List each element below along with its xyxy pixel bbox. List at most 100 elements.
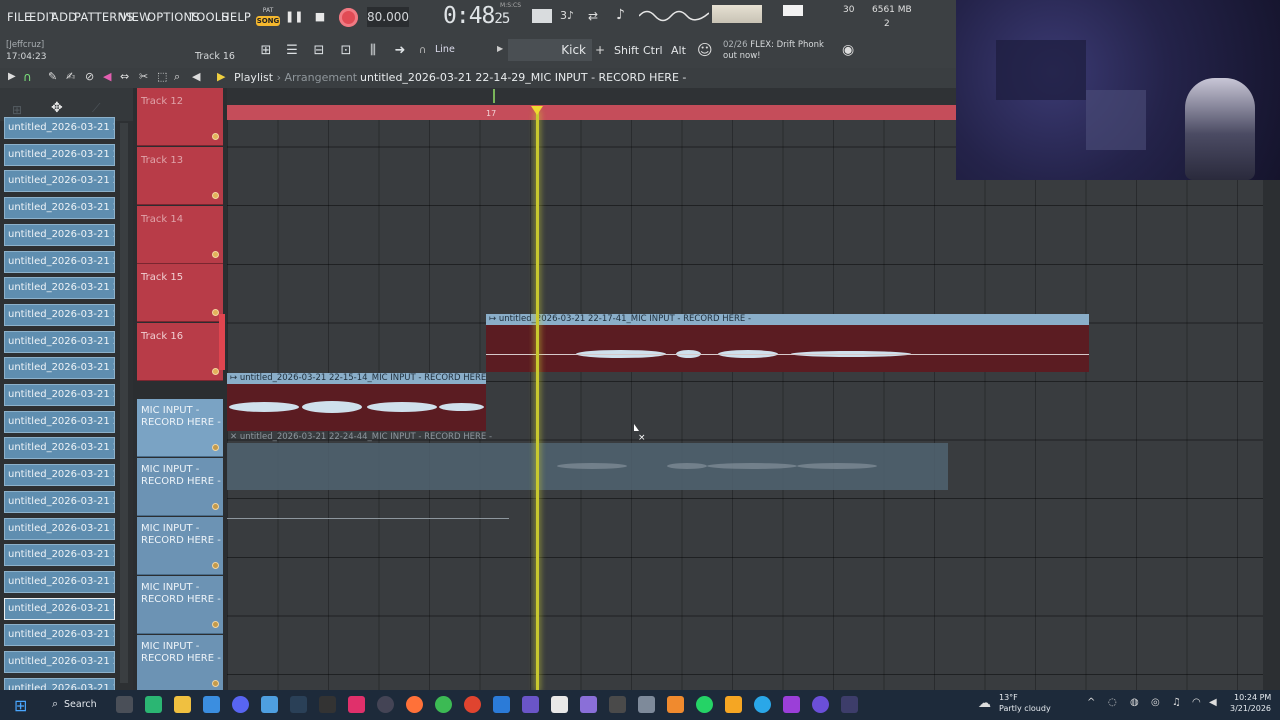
- news-icon[interactable]: ☺: [697, 41, 713, 59]
- browser-clip-item[interactable]: untitled_2026-03-21 22-: [4, 170, 115, 193]
- select-tool-icon[interactable]: ⬚: [157, 70, 167, 83]
- track-header[interactable]: MIC INPUT - RECORD HERE -: [137, 458, 223, 516]
- play-small-icon[interactable]: ▶: [497, 44, 503, 53]
- paint-tool-icon[interactable]: ✍: [66, 70, 75, 83]
- zoom-tool-icon[interactable]: ⌕: [174, 70, 180, 84]
- playhead-line[interactable]: [536, 112, 539, 690]
- news-panel[interactable]: 02/26 FLEX: Drift Phonk out now!: [723, 40, 824, 62]
- playback-tool-icon[interactable]: ◀: [192, 70, 200, 83]
- arrow-right-icon[interactable]: ➜: [391, 43, 409, 59]
- online-icon[interactable]: ◉: [842, 42, 854, 58]
- app-icon[interactable]: [783, 696, 800, 713]
- record-button[interactable]: [339, 8, 358, 27]
- discord-icon[interactable]: [232, 696, 249, 713]
- slip-tool-icon[interactable]: ⇔: [120, 70, 129, 83]
- browser-clip-item[interactable]: untitled_2026-03-21 22-: [4, 651, 115, 673]
- zoom-slider-icon[interactable]: ⟋: [92, 101, 100, 116]
- track-header[interactable]: Track 12: [137, 88, 223, 146]
- tray-icon[interactable]: ◌: [1108, 697, 1117, 708]
- track-enable-dot[interactable]: [212, 444, 219, 451]
- track-enable-dot[interactable]: [212, 251, 219, 258]
- ctrl-key[interactable]: Ctrl: [643, 44, 663, 57]
- browser-clip-item[interactable]: untitled_2026-03-21 22-: [4, 624, 115, 647]
- mixer-icon[interactable]: ⊡: [337, 43, 355, 59]
- alt-key[interactable]: Alt: [671, 44, 686, 57]
- app-icon[interactable]: [493, 696, 510, 713]
- browser-scrollbar[interactable]: [120, 123, 128, 683]
- app-icon[interactable]: [667, 696, 684, 713]
- snap-mode[interactable]: Line: [435, 44, 455, 55]
- app-icon[interactable]: [348, 696, 365, 713]
- browser-clip-item[interactable]: untitled_2026-03-21 22-: [4, 437, 115, 460]
- app-icon[interactable]: [638, 696, 655, 713]
- track-header[interactable]: Track 15: [137, 264, 223, 322]
- track-header[interactable]: MIC INPUT - RECORD HERE -: [137, 399, 223, 457]
- tray-icon[interactable]: ◎: [1151, 697, 1160, 708]
- browser-clip-item[interactable]: untitled_2026-03-21 22-: [4, 517, 115, 540]
- browser-clip-item[interactable]: untitled_2026-03-21 22-: [4, 490, 115, 513]
- browser-clip-item[interactable]: untitled_2026-03-21 22-: [4, 410, 115, 433]
- track-header[interactable]: MIC INPUT - RECORD HERE -: [137, 576, 223, 634]
- browser-clip-item[interactable]: untitled_2026-03-21 22-: [4, 597, 115, 620]
- track-enable-dot[interactable]: [212, 309, 219, 316]
- microphone-icon[interactable]: ♫: [1172, 697, 1181, 708]
- track-enable-dot[interactable]: [212, 192, 219, 199]
- playlist-menu-arrow-icon[interactable]: ▶: [8, 71, 16, 82]
- browser-clip-item[interactable]: untitled_2026-03-21 22-: [4, 357, 115, 380]
- track-header[interactable]: MIC INPUT - RECORD HERE -: [137, 635, 223, 693]
- channel-selector[interactable]: Kick: [508, 39, 592, 61]
- app-icon[interactable]: [812, 696, 829, 713]
- taskbar-time[interactable]: 10:24 PM: [1234, 693, 1271, 702]
- step-edit-icon[interactable]: 3♪: [560, 9, 574, 22]
- browser-clip-item[interactable]: untitled_2026-03-21 22-: [4, 117, 115, 139]
- tempo-display[interactable]: 80.000: [367, 7, 409, 27]
- magnet-icon[interactable]: ∩: [419, 45, 426, 56]
- track-header[interactable]: Track 13: [137, 147, 223, 205]
- app-icon[interactable]: [609, 696, 626, 713]
- app-icon[interactable]: [377, 696, 394, 713]
- track-enable-dot[interactable]: [212, 503, 219, 510]
- stop-button[interactable]: ■: [311, 8, 329, 26]
- track-enable-dot[interactable]: [212, 680, 219, 687]
- whatsapp-icon[interactable]: [696, 696, 713, 713]
- app-icon[interactable]: [464, 696, 481, 713]
- mute-tool-icon[interactable]: ◀: [103, 70, 111, 83]
- firefox-icon[interactable]: [406, 696, 423, 713]
- wifi-icon[interactable]: ◠: [1192, 697, 1201, 708]
- chevron-up-icon[interactable]: ^: [1087, 697, 1095, 708]
- app-icon[interactable]: [580, 696, 597, 713]
- browser-grid-icon[interactable]: ⊞: [12, 103, 22, 117]
- draw-tool-icon[interactable]: ✎: [48, 70, 57, 83]
- windows-start-icon[interactable]: ⊞: [14, 696, 27, 715]
- blend-notes-icon[interactable]: ⇄: [588, 9, 598, 23]
- browser-clip-item[interactable]: untitled_2026-03-21 22-: [4, 143, 115, 166]
- tray-icon[interactable]: ◍: [1130, 697, 1139, 708]
- app-icon[interactable]: [145, 696, 162, 713]
- vertical-scrollbar[interactable]: [1263, 180, 1280, 690]
- track-header[interactable]: Track 16: [137, 323, 223, 381]
- audio-clip[interactable]: ↦ untitled_2026-03-21 22-15-14_MIC INPUT…: [227, 373, 486, 431]
- browser-clip-item[interactable]: untitled_2026-03-21 22-: [4, 544, 115, 567]
- play-icon[interactable]: ▶: [217, 70, 225, 83]
- browser-clip-item[interactable]: untitled_2026-03-21 22-: [4, 303, 115, 326]
- magnet-snap-icon[interactable]: ∩: [23, 70, 32, 84]
- app-icon[interactable]: [203, 696, 220, 713]
- timeline-ruler[interactable]: [227, 105, 956, 120]
- browser-clip-item[interactable]: untitled_2026-03-21 22-: [4, 250, 115, 273]
- add-channel-icon[interactable]: +: [595, 43, 605, 57]
- browser-clip-item[interactable]: untitled_2026-03-21 22-: [4, 570, 115, 593]
- playhead-marker[interactable]: [531, 106, 543, 115]
- chrome-icon[interactable]: [435, 696, 452, 713]
- volume-icon[interactable]: ◀: [1209, 697, 1217, 708]
- audio-clip-muted[interactable]: ✕ untitled_2026-03-21 22-24-44_MIC INPUT…: [227, 432, 948, 490]
- track-header[interactable]: Track 14: [137, 206, 223, 264]
- pat-song-toggle[interactable]: PAT SONG: [256, 7, 280, 29]
- delete-tool-icon[interactable]: ⊘: [85, 70, 94, 83]
- edge-icon[interactable]: [754, 696, 771, 713]
- browser-clip-item[interactable]: untitled_2026-03-21 22-: [4, 384, 115, 406]
- track-enable-dot[interactable]: [212, 621, 219, 628]
- app-icon[interactable]: [841, 696, 858, 713]
- browser-clip-item[interactable]: untitled_2026-03-21 22-: [4, 277, 115, 300]
- file-explorer-icon[interactable]: [174, 696, 191, 713]
- track-enable-dot[interactable]: [212, 133, 219, 140]
